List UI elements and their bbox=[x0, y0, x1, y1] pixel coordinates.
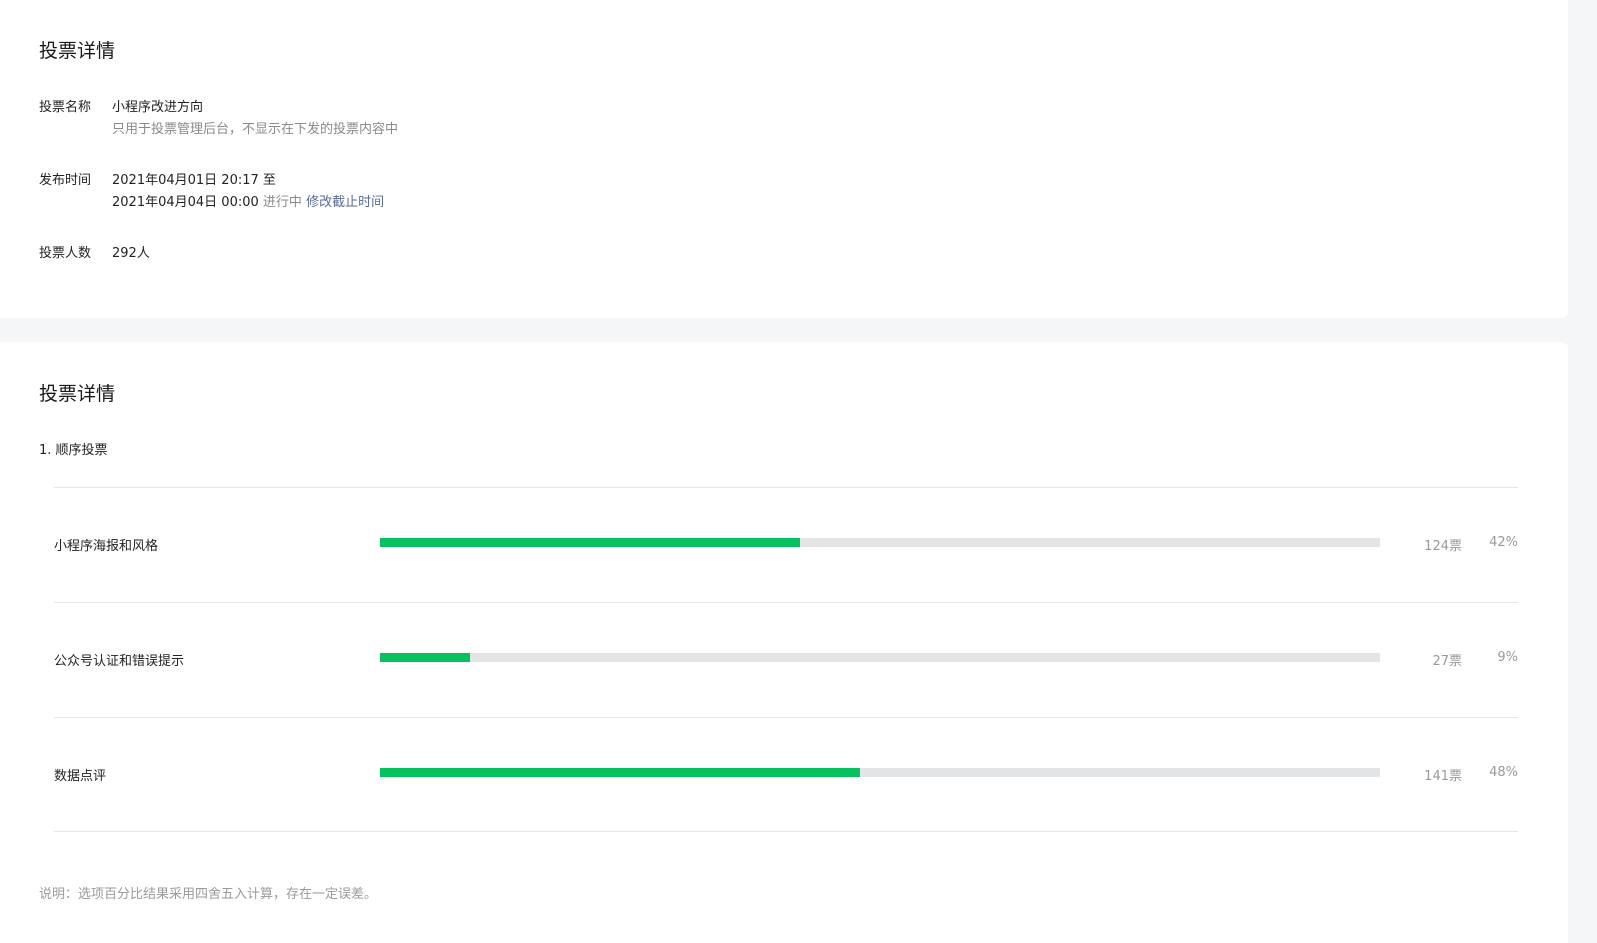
vote-count: 141票 bbox=[1424, 769, 1462, 784]
page-title: 投票详情 bbox=[39, 40, 116, 62]
results-title: 投票详情 bbox=[39, 383, 116, 405]
vote-percent: 48% bbox=[1489, 765, 1518, 780]
progress-fill bbox=[380, 538, 800, 547]
vote-percent: 9% bbox=[1497, 650, 1518, 665]
vote-percent: 42% bbox=[1489, 535, 1518, 550]
publish-time-end-line: 2021年04月04日 00:00 进行中 修改截止时间 bbox=[112, 192, 384, 214]
progress-fill bbox=[380, 768, 860, 777]
vote-count: 124票 bbox=[1424, 539, 1462, 554]
voter-count-label: 投票人数 bbox=[39, 246, 92, 261]
modify-deadline-link[interactable]: 修改截止时间 bbox=[306, 195, 384, 210]
progress-bar bbox=[380, 768, 1380, 777]
vote-results-card: 投票详情 1. 顺序投票 小程序海报和风格 124票 42% 公众号认证和错误提… bbox=[0, 342, 1568, 943]
option-label: 公众号认证和错误提示 bbox=[54, 654, 185, 669]
publish-time-start: 2021年04月01日 20:17 至 bbox=[112, 173, 276, 188]
vote-name-hint: 只用于投票管理后台，不显示在下发的投票内容中 bbox=[112, 122, 399, 137]
option-row: 小程序海报和风格 124票 42% bbox=[54, 487, 1518, 602]
publish-time-value-group: 2021年04月01日 20:17 至 2021年04月04日 00:00 进行… bbox=[112, 170, 384, 214]
publish-time-end: 2021年04月04日 00:00 bbox=[112, 195, 259, 210]
vote-name-value-group: 小程序改进方向 只用于投票管理后台，不显示在下发的投票内容中 bbox=[112, 97, 398, 141]
vote-name-label: 投票名称 bbox=[39, 100, 92, 115]
vote-name-value: 小程序改进方向 bbox=[112, 100, 204, 115]
footnote: 说明：选项百分比结果采用四舍五入计算，存在一定误差。 bbox=[39, 887, 378, 902]
publish-time-label: 发布时间 bbox=[39, 173, 92, 188]
vote-info-card: 投票详情 投票名称 小程序改进方向 只用于投票管理后台，不显示在下发的投票内容中… bbox=[0, 0, 1568, 318]
status-badge: 进行中 bbox=[262, 195, 302, 210]
progress-bar bbox=[380, 653, 1380, 662]
progress-fill bbox=[380, 653, 470, 662]
option-row: 公众号认证和错误提示 27票 9% bbox=[54, 602, 1518, 717]
question-title: 1. 顺序投票 bbox=[39, 443, 108, 458]
vote-count: 27票 bbox=[1432, 654, 1462, 669]
option-label: 小程序海报和风格 bbox=[54, 539, 159, 554]
progress-bar bbox=[380, 538, 1380, 547]
voter-count-value: 292人 bbox=[112, 246, 150, 261]
option-list: 小程序海报和风格 124票 42% 公众号认证和错误提示 27票 9% 数据点评… bbox=[54, 487, 1518, 832]
option-label: 数据点评 bbox=[54, 769, 107, 784]
option-row: 数据点评 141票 48% bbox=[54, 717, 1518, 832]
